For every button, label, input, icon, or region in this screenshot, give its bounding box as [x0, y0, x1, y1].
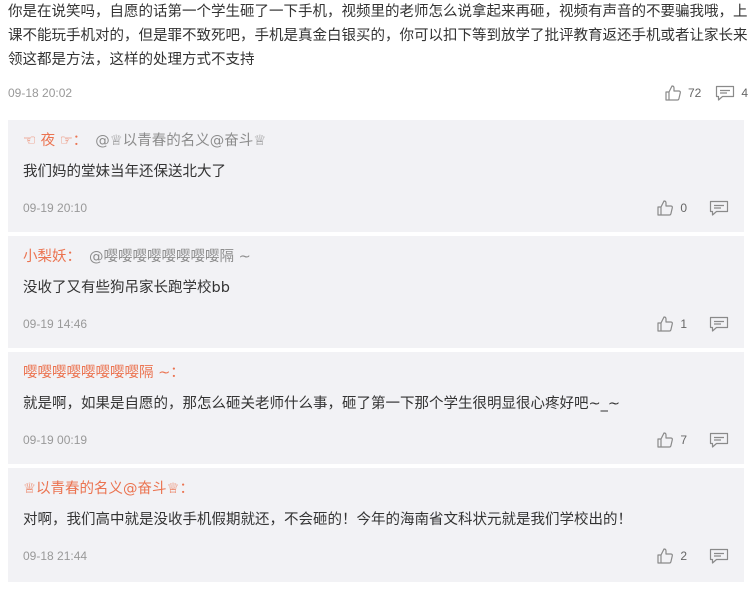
thumbs-up-icon [657, 316, 674, 332]
reply-time: 09-18 21:44 [23, 549, 88, 563]
reply-item: ☜ 夜 ☞： @♕以青春的名义@奋斗♕ 我们妈的堂妹当年还保送北大了 09-19 … [8, 120, 744, 232]
reply-meta: 09-18 21:44 2 [23, 546, 729, 566]
thumbs-up-icon [665, 85, 681, 101]
reply-time: 09-19 14:46 [23, 317, 88, 331]
reply-mention[interactable]: @♕以青春的名义@奋斗♕ [95, 133, 266, 149]
reply-author[interactable]: ♕以青春的名义@奋斗♕ [23, 481, 180, 497]
comment-actions: 72 4 [664, 83, 748, 103]
reply-meta: 09-19 14:46 1 [23, 314, 729, 334]
reply-button[interactable]: 4 [715, 83, 748, 103]
comment-meta: 09-18 20:02 72 4 [8, 83, 748, 103]
like-button[interactable]: 7 [656, 430, 687, 450]
reply-meta: 09-19 00:19 7 [23, 430, 729, 450]
reply-button[interactable] [709, 315, 729, 333]
reply-actions: 7 [656, 430, 729, 450]
reply-item: ♕以青春的名义@奋斗♕： 对啊，我们高中就是没收手机假期就还，不会砸的！今年的海… [8, 468, 744, 582]
like-button[interactable]: 1 [656, 314, 687, 334]
reply-text: 对啊，我们高中就是没收手机假期就还，不会砸的！今年的海南省文科状元就是我们学校出… [23, 512, 632, 528]
reply-header: 小梨妖： @嘤嘤嘤嘤嘤嘤嘤嘤隔 ~ [23, 249, 251, 265]
like-count: 2 [680, 549, 687, 563]
like-count: 0 [680, 201, 687, 215]
reply-button[interactable] [709, 199, 729, 217]
reply-meta: 09-19 20:10 0 [23, 198, 729, 218]
like-count: 7 [680, 433, 687, 447]
reply-button[interactable] [709, 547, 729, 565]
comment-icon [709, 548, 729, 564]
reply-actions: 0 [656, 198, 729, 218]
reply-header: 嘤嘤嘤嘤嘤嘤嘤嘤隔 ~： [23, 365, 185, 381]
main-comment: 你是在说笑吗，自愿的话第一个学生砸了一下手机，视频里的老师怎么说拿起来再砸，视频… [8, 0, 748, 72]
reply-item: 嘤嘤嘤嘤嘤嘤嘤嘤隔 ~： 就是啊，如果是自愿的，那怎么砸关老师什么事，砸了第一下… [8, 352, 744, 464]
comment-time: 09-18 20:02 [8, 86, 73, 100]
comment-icon [709, 200, 729, 216]
like-button[interactable]: 0 [656, 198, 687, 218]
reply-actions: 2 [656, 546, 729, 566]
like-count: 72 [687, 86, 702, 100]
comment-icon [709, 316, 729, 332]
reply-header: ♕以青春的名义@奋斗♕： [23, 481, 194, 497]
reply-mention[interactable]: @嘤嘤嘤嘤嘤嘤嘤嘤隔 ~ [89, 249, 251, 265]
reply-item: 小梨妖： @嘤嘤嘤嘤嘤嘤嘤嘤隔 ~ 没收了又有些狗吊家长跑学校bb 09-19 1… [8, 236, 744, 348]
reply-button[interactable] [709, 431, 729, 449]
reply-text: 我们妈的堂妹当年还保送北大了 [23, 164, 226, 180]
thumbs-up-icon [657, 548, 674, 564]
like-button[interactable]: 2 [656, 546, 687, 566]
reply-header: ☜ 夜 ☞： @♕以青春的名义@奋斗♕ [23, 133, 267, 149]
thumbs-up-icon [657, 432, 674, 448]
reply-text: 就是啊，如果是自愿的，那怎么砸关老师什么事，砸了第一下那个学生很明显很心疼好吧~… [23, 396, 621, 412]
like-button[interactable]: 72 [664, 83, 701, 103]
reply-count: 4 [741, 86, 748, 100]
comment-text: 你是在说笑吗，自愿的话第一个学生砸了一下手机，视频里的老师怎么说拿起来再砸，视频… [8, 4, 748, 68]
comment-icon [716, 85, 735, 101]
reply-author[interactable]: 小梨妖 [23, 249, 67, 265]
thumbs-up-icon [657, 200, 674, 216]
comment-icon [709, 432, 729, 448]
reply-actions: 1 [656, 314, 729, 334]
like-count: 1 [680, 317, 687, 331]
reply-author[interactable]: 嘤嘤嘤嘤嘤嘤嘤嘤隔 ~ [23, 365, 170, 381]
reply-time: 09-19 00:19 [23, 433, 88, 447]
reply-text: 没收了又有些狗吊家长跑学校bb [23, 280, 230, 296]
reply-time: 09-19 20:10 [23, 201, 88, 215]
reply-author[interactable]: ☜ 夜 ☞ [23, 133, 73, 149]
